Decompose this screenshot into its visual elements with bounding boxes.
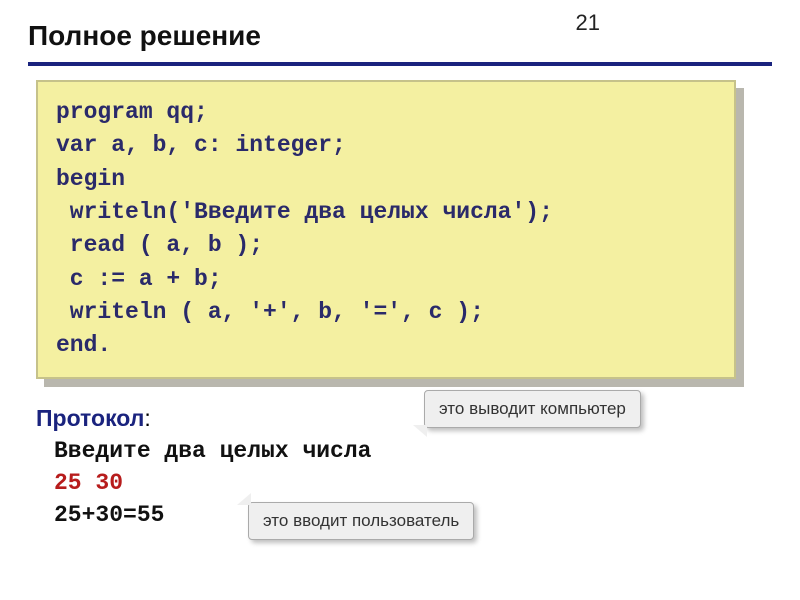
protocol-label: Протокол — [36, 405, 144, 431]
code-line: program qq; — [56, 99, 208, 125]
code-line: var a, b, c: integer; — [56, 132, 346, 158]
protocol-input: 25 30 — [54, 470, 772, 496]
callout-computer-output: это выводит компьютер — [424, 390, 641, 428]
protocol-colon: : — [144, 405, 150, 431]
protocol-prompt: Введите два целых числа — [54, 438, 772, 464]
slide: 21 Полное решение program qq; var a, b, … — [0, 0, 800, 600]
page-number: 21 — [576, 10, 600, 36]
code-line: read ( a, b ); — [56, 232, 263, 258]
code-line: c := a + b; — [56, 266, 222, 292]
callout-text: это выводит компьютер — [439, 399, 626, 418]
title-rule — [28, 62, 772, 66]
code-block-shadow: program qq; var a, b, c: integer; begin … — [36, 80, 736, 379]
code-block: program qq; var a, b, c: integer; begin … — [36, 80, 736, 379]
code-line: writeln('Введите два целых числа'); — [56, 199, 553, 225]
code-line: end. — [56, 332, 111, 358]
slide-title: Полное решение — [28, 20, 772, 58]
callout-user-input: это вводит пользователь — [248, 502, 474, 540]
code-line: begin — [56, 166, 125, 192]
callout-text: это вводит пользователь — [263, 511, 459, 530]
code-line: writeln ( a, '+', b, '=', c ); — [56, 299, 484, 325]
